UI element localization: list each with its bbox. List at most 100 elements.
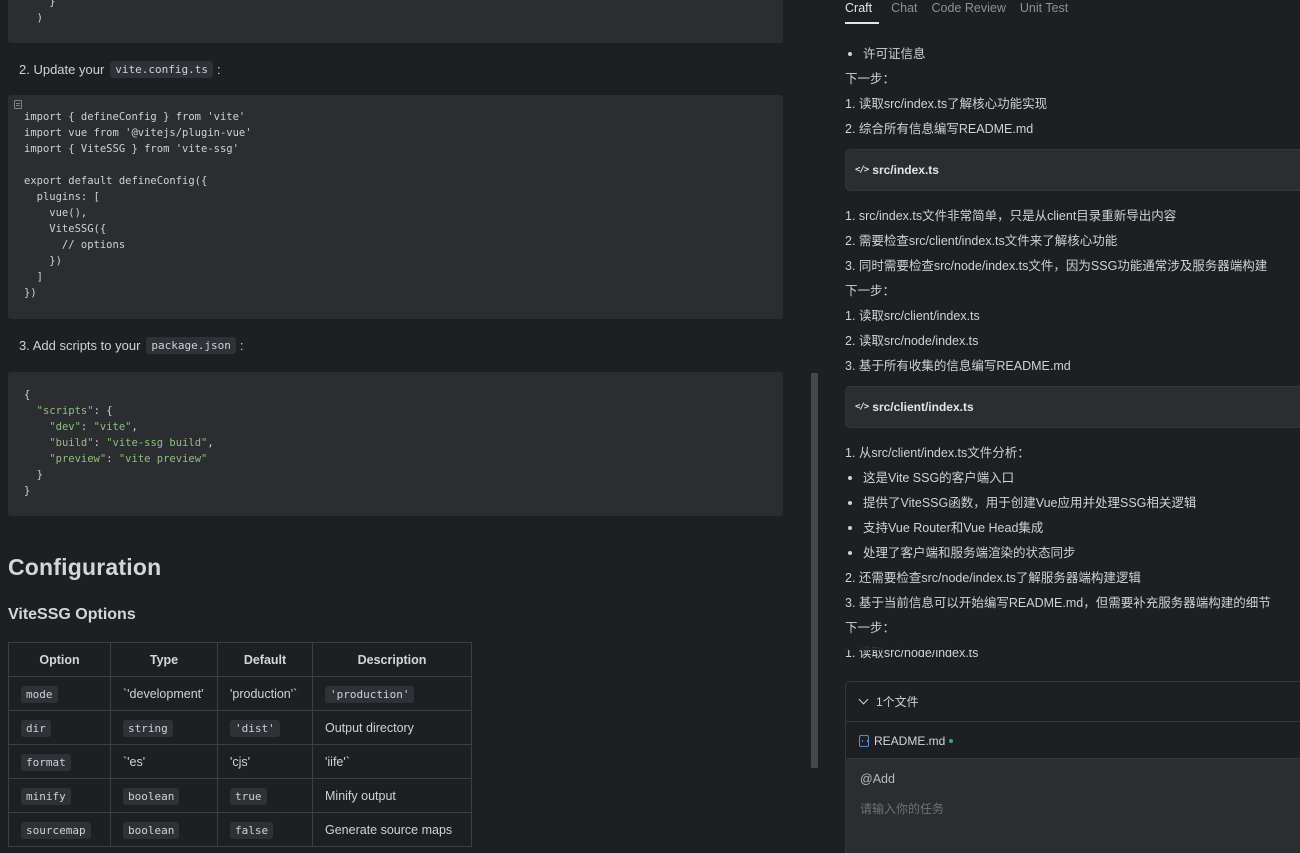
file-item-label: README.md (874, 734, 946, 748)
table-row: dir string 'dist' Output directory (8, 710, 472, 745)
options-table: Option Type Default Description mode `'devel… (8, 642, 472, 847)
markdown-file-icon (859, 735, 869, 747)
message-line: 下一步： (845, 284, 896, 298)
task-input-placeholder[interactable]: 请输入你的任务 (860, 800, 944, 817)
add-context-button[interactable]: @Add (860, 772, 895, 786)
bullet-text: 提供了ViteSSG函数，用于创建Vue应用并处理SSG相关逻辑 (863, 496, 1197, 510)
code-text: { "scripts": { "dev": "vite", "build": "… (24, 389, 214, 497)
message-line: 3. 基于当前信息可以开始编写README.md，但需要补充服务器端构建的细节 (845, 596, 1271, 610)
message-line: 下一步： (845, 72, 896, 86)
bullet-dot (848, 475, 852, 480)
bullet-text: 许可证信息 (863, 47, 926, 61)
message-line: 3. 基于所有收集的信息编写README.md (845, 359, 1071, 373)
table-cell: boolean (110, 778, 218, 813)
heading-vitessg-options: ViteSSG Options (8, 606, 136, 623)
modified-indicator (949, 739, 954, 743)
bullet-text: 支持Vue Router和Vue Head集成 (863, 521, 1044, 535)
step-text: 2. Update your (19, 62, 105, 77)
message-line: 1. src/index.ts文件非常简单，只是从client目录重新导出内容 (845, 209, 1177, 223)
step-suffix: : (239, 338, 244, 353)
inline-code: format (21, 753, 71, 771)
string-token: "scripts" (36, 405, 94, 417)
table-cell: true (217, 778, 313, 813)
table-cell: boolean (110, 812, 218, 847)
table-cell: Generate source maps (312, 812, 472, 847)
bullet-dot (848, 550, 852, 555)
tab-bar: Craft Chat Code Review Unit Test (845, 0, 1075, 24)
scroll-fade (820, 630, 1300, 650)
string-token: "build" (49, 437, 94, 449)
table-header-row: Option Type Default Description (8, 642, 472, 677)
message-line: 2. 需要检查src/client/index.ts文件来了解核心功能 (845, 234, 1118, 248)
file-reference-src-client-index[interactable]: </> src/client/index.ts (845, 386, 1300, 428)
code-icon: </> (855, 402, 869, 412)
file-name: src/index.ts (872, 163, 939, 177)
inline-code: dir (21, 719, 51, 737)
heading-configuration: Configuration (8, 554, 162, 580)
files-toggle[interactable]: 1个文件 (846, 682, 1300, 722)
table-cell: format (8, 744, 111, 779)
step-2: 2. Update your vite.config.ts : (19, 61, 221, 78)
inline-code: true (230, 787, 267, 805)
table-cell: mode (8, 676, 111, 711)
inline-code: minify (21, 787, 71, 805)
inline-code: vite.config.ts (110, 61, 213, 78)
step-suffix: : (217, 62, 221, 77)
bullet-item: 这是Vite SSG的客户端入口 (845, 467, 1014, 486)
inline-code: boolean (123, 787, 180, 805)
bullet-text: 处理了客户端和服务端渲染的状态同步 (863, 546, 1076, 560)
bullet-text: 这是Vite SSG的客户端入口 (863, 471, 1015, 485)
table-cell: 'iife'` (312, 744, 472, 779)
tab-code-review[interactable]: Code Review (925, 0, 1013, 24)
file-item-readme[interactable]: README.md (846, 722, 1300, 760)
code-text: } ) (36, 0, 56, 24)
string-token: "dev" (49, 421, 81, 433)
string-token: "vite" (93, 421, 132, 433)
table-cell: 'dist' (217, 710, 313, 745)
bullet-item: 许可证信息 (845, 43, 926, 62)
code-block-vite-config: import { defineConfig } from 'vite' impo… (8, 95, 783, 319)
message-line: 1. 读取src/client/index.ts (845, 309, 980, 323)
message-line: 3. 同时需要检查src/node/index.ts文件，因为SSG功能通常涉及… (845, 259, 1268, 273)
tab-craft[interactable]: Craft (845, 0, 880, 24)
file-reference-src-index[interactable]: </> src/index.ts (845, 149, 1300, 191)
table-header-cell: Default (217, 642, 313, 677)
string-token: "vite-ssg build" (106, 437, 208, 449)
table-cell: `'development' (110, 676, 218, 711)
message-line: 1. 读取src/index.ts了解核心功能实现 (845, 97, 1048, 111)
table-header-cell: Type (110, 642, 218, 677)
table-cell: Output directory (312, 710, 472, 745)
task-input-box[interactable]: @Add 请输入你的任务 (845, 758, 1300, 853)
table-cell: Minify output (312, 778, 472, 813)
bullet-dot (848, 51, 852, 56)
files-count: 1个文件 (876, 695, 919, 709)
table-cell: dir (8, 710, 111, 745)
inline-code: boolean (123, 821, 180, 839)
bullet-item: 处理了客户端和服务端渲染的状态同步 (845, 542, 1076, 561)
bullet-dot (848, 525, 852, 530)
markdown-preview-pane: } ) 2. Update your vite.config.ts : impo… (0, 0, 808, 853)
inline-code: 'production' (325, 685, 415, 703)
table-cell: 'cjs' (217, 744, 313, 779)
code-text: import { defineConfig } from 'vite' impo… (24, 111, 252, 299)
table-row: mode `'development''production'` 'producti… (8, 676, 472, 711)
code-block-package-json: { "scripts": { "dev": "vite", "build": "… (8, 372, 783, 516)
table-cell: `'es' (110, 744, 218, 779)
scrollbar-thumb[interactable] (811, 373, 818, 768)
copy-icon[interactable] (14, 100, 22, 109)
assistant-panel: Craft Chat Code Review Unit Test 许可证信息下一步： 1… (820, 0, 1300, 853)
message-line: 1. 从src/client/index.ts文件分析： (845, 446, 1030, 460)
inline-code: sourcemap (21, 821, 91, 839)
bullet-item: 支持Vue Router和Vue Head集成 (845, 517, 1043, 536)
string-token: "vite preview" (118, 453, 208, 465)
table-row: minify boolean true Minify output (8, 778, 472, 813)
table-cell: 'production' (312, 676, 472, 711)
bullet-item: 提供了ViteSSG函数，用于创建Vue应用并处理SSG相关逻辑 (845, 492, 1196, 511)
inline-code: false (230, 821, 274, 839)
tab-chat[interactable]: Chat (884, 0, 924, 24)
table-cell: string (110, 710, 218, 745)
tab-unit-test[interactable]: Unit Test (1013, 0, 1075, 24)
step-text: 3. Add scripts to your (19, 338, 141, 353)
code-block-top: } ) (8, 0, 783, 43)
file-name: src/client/index.ts (872, 400, 974, 414)
